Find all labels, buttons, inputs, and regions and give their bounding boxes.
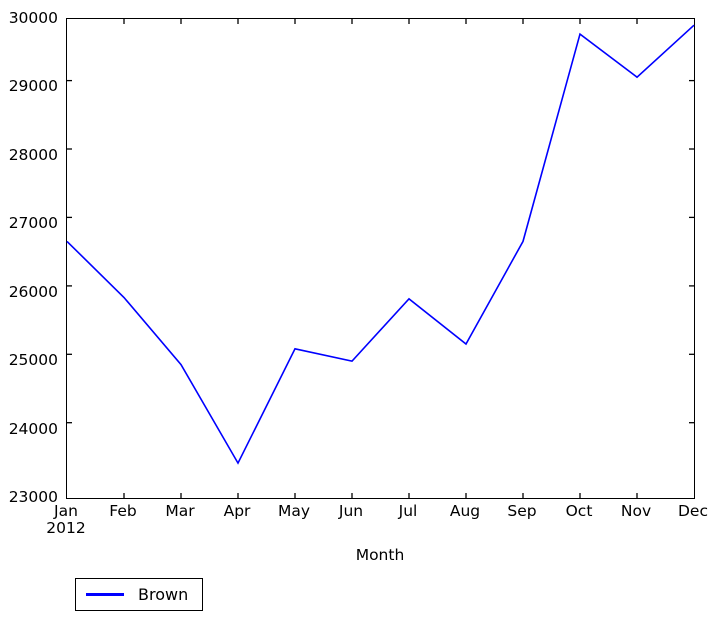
x-tick-text: Jan: [54, 502, 78, 520]
x-tick-label-feb: Feb: [109, 502, 137, 520]
legend-line-swatch-brown: [86, 593, 124, 596]
x-tick-label-may: May: [277, 502, 311, 520]
x-tick-label-jan: Jan 2012: [46, 503, 85, 536]
x-tick-label-nov: Nov: [620, 502, 652, 520]
x-tick-year-label: 2012: [46, 518, 86, 537]
x-axis-tick-labels: Jan 2012 Feb Mar Apr May Jun Jul Aug Sep …: [0, 0, 714, 621]
x-tick-label-apr: Apr: [223, 502, 251, 520]
x-tick-label-dec: Dec: [678, 502, 708, 520]
x-tick-label-mar: Mar: [165, 502, 195, 520]
legend-label-brown: Brown: [138, 584, 189, 604]
x-tick-label-sep: Sep: [507, 502, 537, 520]
x-tick-label-jul: Jul: [398, 502, 418, 520]
x-tick-label-jun: Jun: [338, 502, 364, 520]
chart-figure: 30000 29000 28000 27000 26000 25000 2400…: [0, 0, 714, 621]
chart-legend: Brown: [75, 578, 204, 611]
x-axis-title: Month: [355, 546, 405, 564]
x-tick-label-oct: Oct: [565, 502, 593, 520]
x-tick-label-aug: Aug: [449, 502, 481, 520]
